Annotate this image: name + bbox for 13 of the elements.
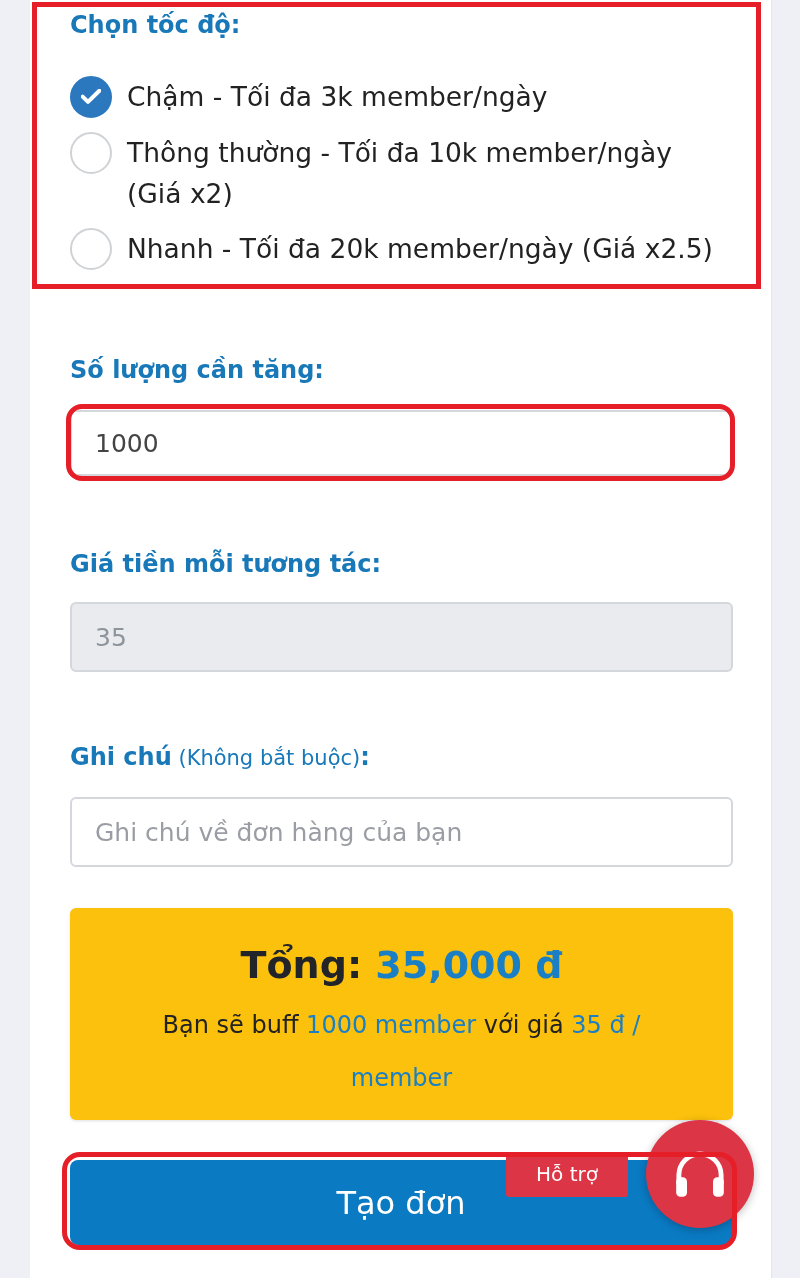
note-input[interactable]: Ghi chú về đơn hàng của bạn <box>70 797 733 867</box>
speed-option[interactable]: Nhanh - Tối đa 20k member/ngày (Giá x2.5) <box>70 228 733 270</box>
summary-text: Bạn sẽ buff 1000 member với giá 35 đ / member <box>161 1010 642 1094</box>
radio-button[interactable] <box>70 76 112 118</box>
total-amount: 35,000 đ <box>375 943 563 987</box>
speed-label: Chọn tốc độ: <box>70 10 242 41</box>
price-label: Giá tiền mỗi tương tác: <box>70 548 383 580</box>
quantity-label: Số lượng cần tăng: <box>70 355 325 386</box>
total-label: Tổng: <box>240 943 363 987</box>
check-icon <box>81 89 101 105</box>
speed-option[interactable]: Chậm - Tối đa 3k member/ngày <box>70 76 733 118</box>
note-label: Ghi chú (Không bắt buộc): <box>70 742 371 773</box>
speed-option[interactable]: Thông thường - Tối đa 10k member/ngày (Giá x2) <box>70 132 733 214</box>
